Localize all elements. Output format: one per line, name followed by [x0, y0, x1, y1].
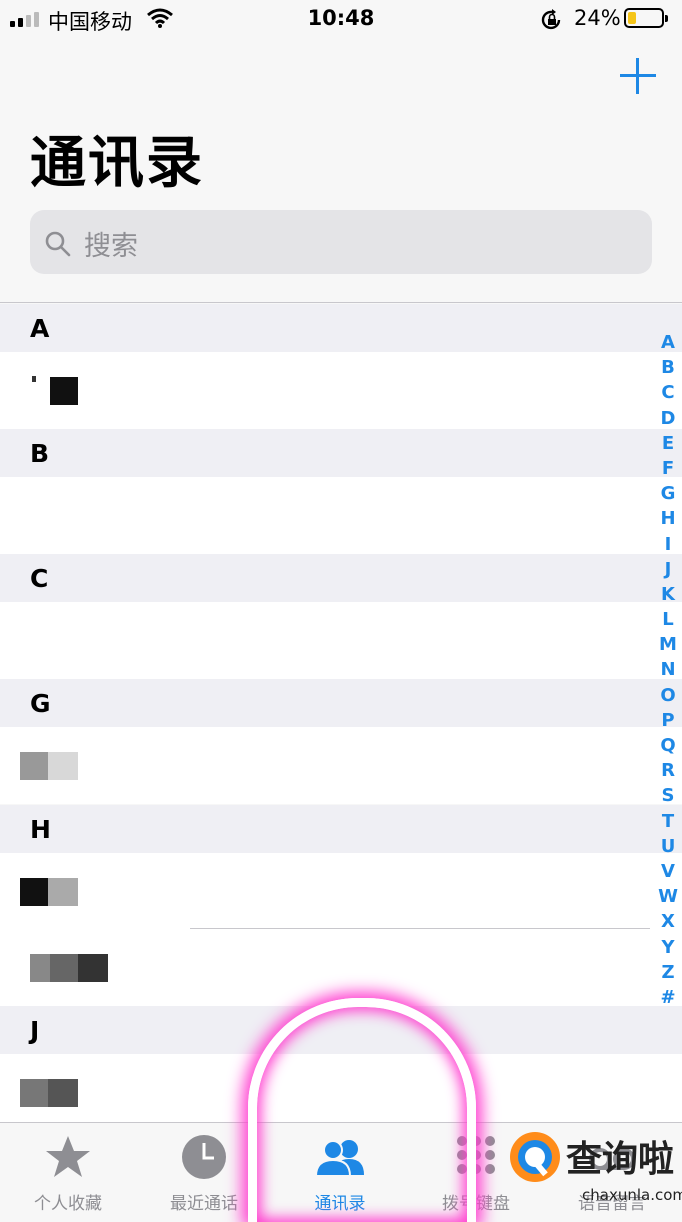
index-letter[interactable]: I [654, 532, 682, 557]
index-letter[interactable]: N [654, 657, 682, 682]
contact-row[interactable] [0, 477, 682, 554]
contact-row[interactable] [0, 352, 682, 429]
contact-row[interactable] [0, 853, 682, 930]
section-header-c: C [0, 554, 682, 602]
highlight-circle [248, 998, 476, 1222]
index-letter[interactable]: M [654, 632, 682, 657]
index-letter[interactable]: K [654, 582, 682, 607]
section-letter: B [30, 439, 50, 468]
battery-icon [624, 8, 668, 28]
search-bar[interactable]: 搜索 [30, 210, 652, 274]
index-letter[interactable]: L [654, 607, 682, 632]
index-letter[interactable]: S [654, 783, 682, 808]
section-letter: H [30, 815, 51, 844]
redacted-name [20, 878, 48, 906]
index-letter[interactable]: R [654, 758, 682, 783]
watermark: 查询啦 chaxunla.com [508, 1130, 682, 1212]
redacted-name [30, 954, 50, 982]
clock-icon [182, 1135, 226, 1179]
index-letter[interactable]: C [654, 380, 682, 405]
alphabet-index[interactable]: A B C D E F G H I J K L M N O P Q R S T U V W X Y Z # [654, 330, 682, 1010]
redacted-name [50, 954, 78, 982]
watermark-logo-icon [510, 1132, 560, 1182]
page-title: 通讯录 [30, 131, 204, 196]
search-input[interactable]: 搜索 [84, 224, 138, 263]
redacted-name [20, 752, 48, 780]
redacted-name [50, 377, 78, 405]
section-header-b: B [0, 429, 682, 477]
redacted-name [48, 1079, 78, 1107]
section-letter: G [30, 689, 51, 718]
index-letter[interactable]: V [654, 859, 682, 884]
battery-percent: 24% [574, 6, 621, 30]
section-header-a: A [0, 304, 682, 352]
rotation-lock-icon [541, 9, 561, 30]
index-letter[interactable]: # [654, 985, 682, 1010]
index-letter[interactable]: J [654, 557, 682, 582]
watermark-domain: chaxunla.com [582, 1186, 682, 1204]
index-letter[interactable]: F [654, 456, 682, 481]
search-icon [45, 231, 71, 257]
index-letter[interactable]: P [654, 708, 682, 733]
redacted-name [48, 752, 78, 780]
redacted-name [48, 878, 78, 906]
section-letter: J [30, 1016, 40, 1045]
index-letter[interactable]: Z [654, 960, 682, 985]
index-letter[interactable]: B [654, 355, 682, 380]
status-bar: 中国移动 10:48 24% [0, 0, 682, 40]
index-letter[interactable]: Q [654, 733, 682, 758]
list-divider [0, 302, 682, 303]
index-letter[interactable]: H [654, 506, 682, 531]
add-contact-button[interactable] [618, 56, 658, 96]
tab-label: 个人收藏 [34, 1194, 102, 1214]
index-letter[interactable]: D [654, 406, 682, 431]
section-letter: C [30, 564, 49, 593]
redacted-name [78, 954, 108, 982]
section-header-g: G [0, 679, 682, 727]
index-letter[interactable]: A [654, 330, 682, 355]
index-letter[interactable]: E [654, 431, 682, 456]
index-letter[interactable]: W [654, 884, 682, 909]
contact-row[interactable] [0, 727, 682, 804]
battery-level [628, 12, 636, 24]
index-letter[interactable]: G [654, 481, 682, 506]
section-header-h: H [0, 805, 682, 853]
index-letter[interactable]: U [654, 834, 682, 859]
index-letter[interactable]: X [654, 909, 682, 934]
star-icon [46, 1136, 90, 1177]
index-letter[interactable]: O [654, 683, 682, 708]
redacted-name [20, 1079, 48, 1107]
index-letter[interactable]: Y [654, 935, 682, 960]
section-letter: A [30, 314, 50, 343]
redacted-name [32, 376, 36, 382]
watermark-name: 查询啦 [566, 1139, 675, 1180]
contact-row[interactable] [0, 602, 682, 679]
contact-row[interactable] [0, 929, 682, 1006]
index-letter[interactable]: T [654, 809, 682, 834]
tab-favorites[interactable]: 个人收藏 [0, 1123, 136, 1214]
